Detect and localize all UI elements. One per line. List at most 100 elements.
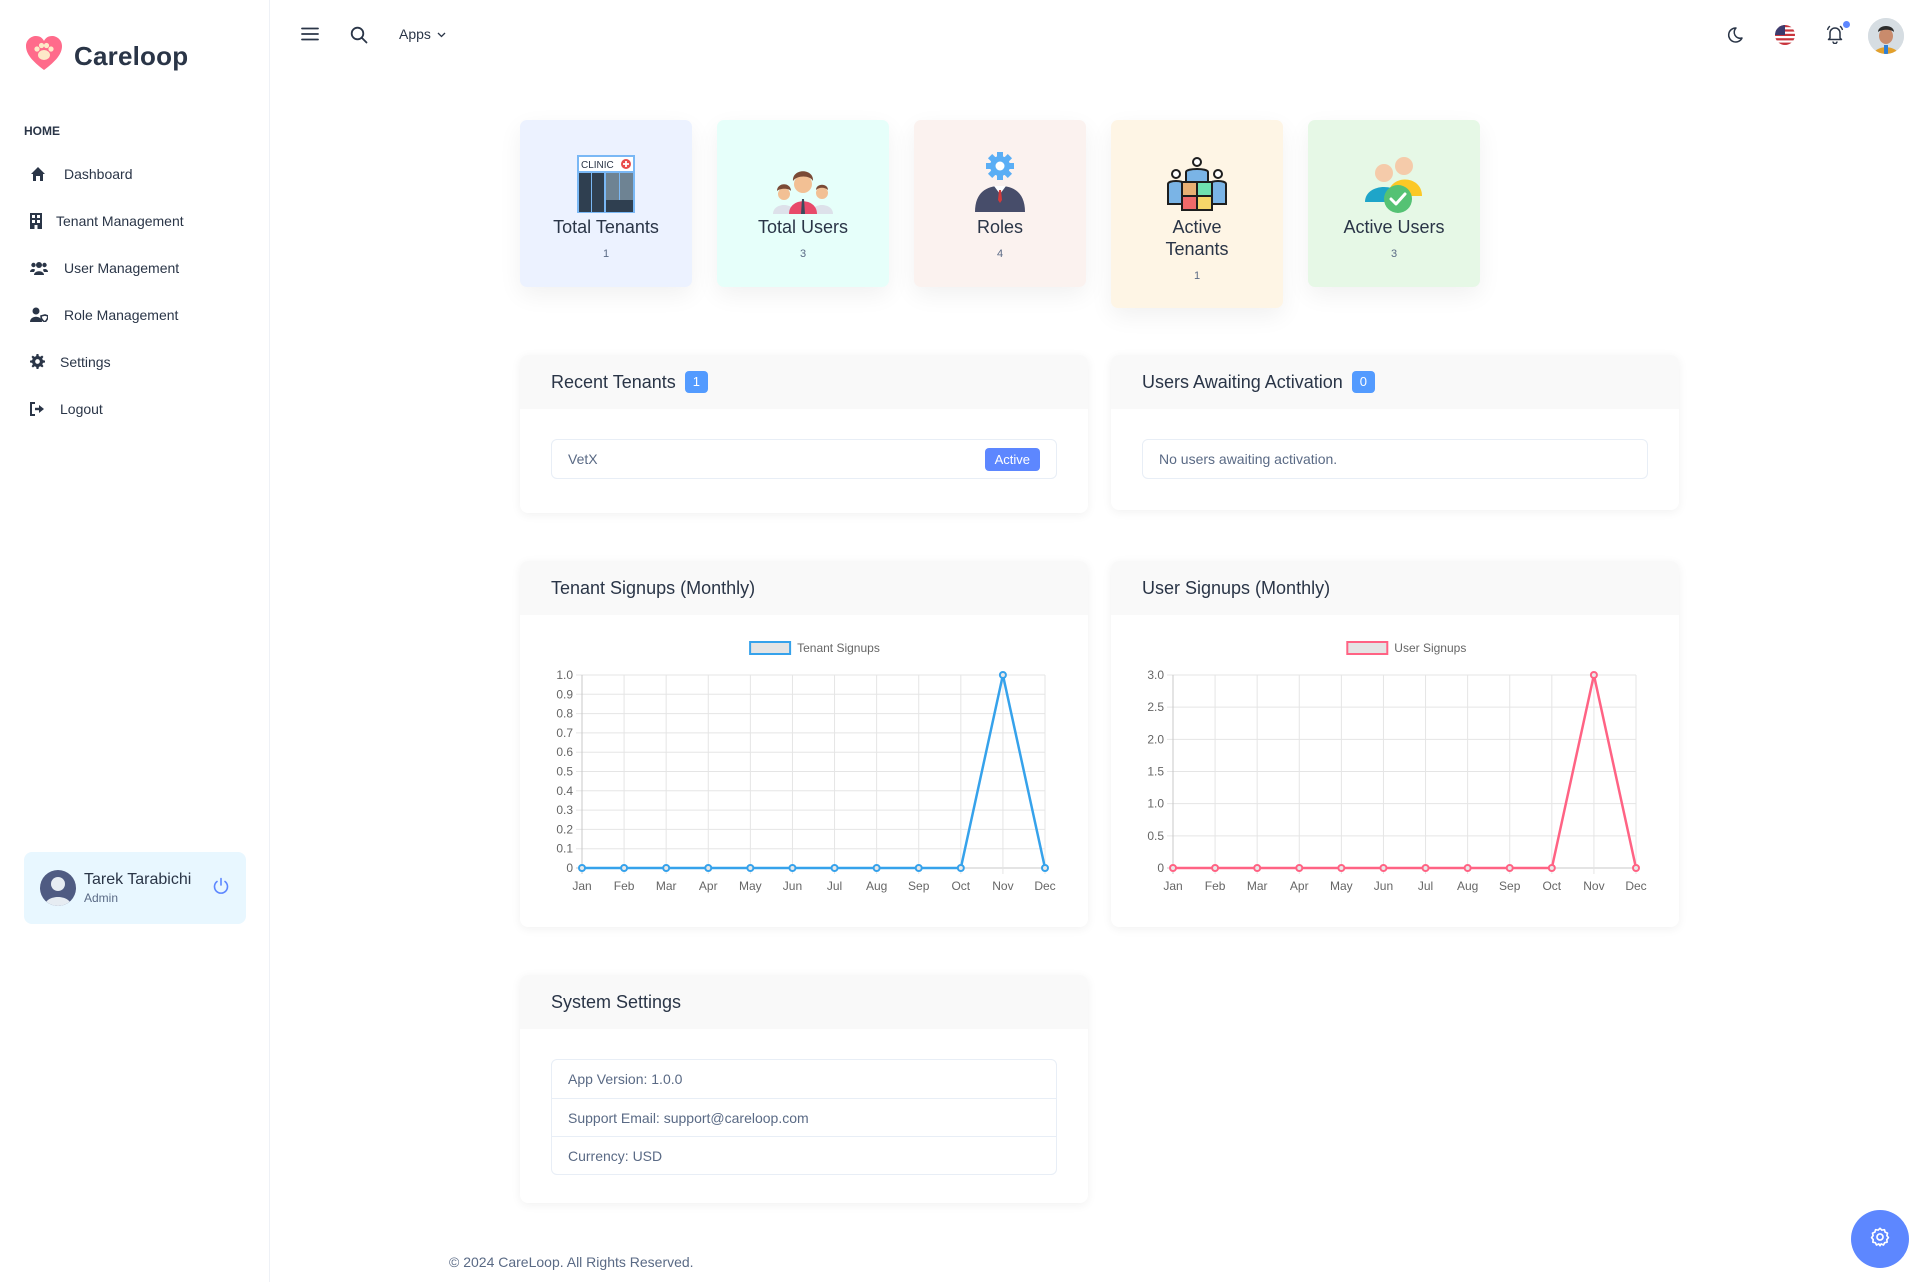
- y-tick-label: 2.0: [1147, 732, 1164, 746]
- x-tick-label: Mar: [1247, 879, 1268, 893]
- tenant-name: VetX: [568, 451, 598, 467]
- stat-value: 4: [996, 248, 1004, 260]
- tenant-signups-chart: Tenant Signups 0 0.1 0.2 0.3 0.4 0.5 0.6 0.7 0.8 0…: [556, 641, 1056, 893]
- y-tick-label: 0.9: [556, 687, 573, 701]
- dark-mode-moon-icon[interactable]: [1726, 26, 1744, 49]
- tenant-signups-card: Tenant Signups (Monthly) Tenant Signups 0…: [520, 561, 1088, 927]
- clinic-building-icon: CLINIC: [520, 152, 692, 214]
- stat-value: 1: [602, 248, 610, 260]
- language-flag-us-icon[interactable]: [1775, 25, 1795, 50]
- stat-card-active-tenants[interactable]: Active Tenants 1: [1111, 120, 1283, 308]
- stat-card-total-tenants[interactable]: CLINIC Total Tenants 1: [520, 120, 692, 287]
- x-tick-label: Sep: [908, 879, 930, 893]
- gear-icon: [30, 354, 52, 369]
- y-tick-label: 1.5: [1147, 765, 1164, 779]
- card-title: Users Awaiting Activation: [1142, 371, 1343, 392]
- y-tick-label: 0.2: [556, 822, 573, 836]
- y-tick-label: 2.5: [1147, 700, 1164, 714]
- data-point: [1589, 671, 1598, 679]
- sidebar-item-label: Role Management: [64, 306, 179, 323]
- sidebar: Careloop HOME Dashboard Tenant Managemen…: [0, 0, 270, 1282]
- y-tick-label: 0.5: [556, 765, 573, 779]
- user-signups-chart: User Signups 0 0.5 1.0 1.5 2.0 2.5 3.0 Jan Feb Mar…: [1147, 641, 1647, 893]
- empty-state: No users awaiting activation.: [1159, 451, 1338, 467]
- recent-tenants-card: Recent Tenants 1 VetX Active: [520, 355, 1088, 513]
- x-tick-label: Oct: [951, 879, 970, 893]
- sidebar-nav: Dashboard Tenant Management User Managem…: [30, 150, 250, 432]
- count-badge: 1: [684, 371, 708, 393]
- user-signups-card: User Signups (Monthly) User Signups 0 0.5 1…: [1111, 561, 1679, 927]
- apps-dropdown[interactable]: Apps: [399, 26, 446, 42]
- home-icon: [30, 166, 54, 182]
- card-title: System Settings: [551, 991, 682, 1012]
- stat-card-roles[interactable]: Roles 4: [914, 120, 1086, 287]
- user-avatar[interactable]: [40, 870, 76, 906]
- sidebar-item-role-management[interactable]: Role Management: [30, 291, 250, 338]
- nav-section-home: HOME: [24, 124, 60, 138]
- data-point: [1632, 864, 1640, 872]
- data-point: [956, 864, 965, 872]
- card-title: User Signups (Monthly): [1142, 577, 1331, 598]
- data-point: [1253, 864, 1262, 872]
- users-icon: [30, 261, 54, 275]
- data-point: [746, 864, 755, 872]
- x-tick-label: Jun: [1374, 879, 1393, 893]
- menu-toggle-icon[interactable]: [301, 27, 319, 46]
- system-settings-card: System Settings App Version: 1.0.0 Suppo…: [520, 975, 1088, 1203]
- data-point: [1041, 864, 1049, 872]
- x-tick-label: Jul: [1418, 879, 1433, 893]
- sidebar-item-label: Dashboard: [64, 165, 133, 182]
- sidebar-item-label: Settings: [60, 353, 111, 370]
- status-badge: Active: [984, 447, 1040, 471]
- puzzle-team-icon: [1111, 152, 1283, 214]
- data-point: [872, 864, 881, 872]
- y-tick-label: 0: [566, 861, 573, 875]
- card-header: Users Awaiting Activation 0: [1111, 355, 1679, 409]
- topbar: Apps: [271, 0, 1920, 70]
- chart-legend: User Signups: [1346, 641, 1466, 655]
- x-tick-label: Jun: [783, 879, 802, 893]
- x-tick-label: Jul: [827, 879, 842, 893]
- y-tick-label: 0.3: [556, 803, 573, 817]
- sidebar-item-dashboard[interactable]: Dashboard: [30, 150, 250, 197]
- stat-card-total-users[interactable]: Total Users 3: [717, 120, 889, 287]
- customizer-settings-button[interactable]: [1851, 1210, 1909, 1268]
- card-header: Tenant Signups (Monthly): [520, 561, 1088, 615]
- search-icon[interactable]: [350, 26, 368, 49]
- stat-label: Active Users: [1343, 217, 1445, 237]
- sidebar-item-settings[interactable]: Settings: [30, 338, 250, 385]
- data-point: [914, 864, 923, 872]
- data-point: [1211, 864, 1220, 872]
- stat-label: Roles: [976, 217, 1024, 237]
- sidebar-item-user-management[interactable]: User Management: [30, 244, 250, 291]
- x-tick-label: Oct: [1542, 879, 1561, 893]
- list-item[interactable]: VetX Active: [552, 440, 1056, 478]
- data-point: [1463, 864, 1472, 872]
- data-point: [998, 671, 1007, 679]
- notification-bell-icon[interactable]: [1826, 21, 1850, 49]
- count-badge: 0: [1351, 371, 1376, 393]
- user-shield-icon: [30, 307, 54, 322]
- sidebar-item-logout[interactable]: Logout: [30, 385, 250, 432]
- profile-avatar[interactable]: [1868, 18, 1904, 54]
- y-tick-label: 0.6: [556, 745, 573, 759]
- y-tick-label: 1.0: [556, 668, 573, 682]
- data-point: [1169, 864, 1177, 872]
- data-point: [704, 864, 713, 872]
- data-point: [578, 864, 586, 872]
- data-point: [620, 864, 629, 872]
- stat-card-active-users[interactable]: Active Users 3: [1308, 120, 1480, 287]
- data-point: [1295, 864, 1304, 872]
- sidebar-item-tenant-management[interactable]: Tenant Management: [30, 197, 250, 244]
- user-role: Admin: [84, 891, 119, 905]
- x-tick-label: Nov: [992, 879, 1013, 893]
- data-point: [1505, 864, 1514, 872]
- power-icon[interactable]: [212, 877, 230, 900]
- sidebar-item-label: Tenant Management: [56, 212, 184, 229]
- x-tick-label: May: [1330, 879, 1353, 893]
- brand-logo[interactable]: Careloop: [24, 34, 188, 79]
- y-tick-label: 0.5: [1147, 829, 1164, 843]
- card-header: User Signups (Monthly): [1111, 561, 1679, 615]
- y-tick-label: 0.1: [556, 842, 573, 856]
- tenant-list: VetX Active: [551, 439, 1057, 479]
